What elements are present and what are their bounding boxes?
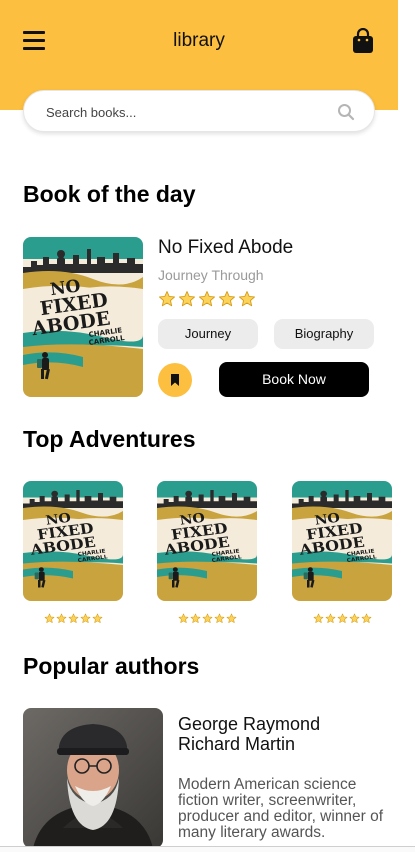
book-title: No Fixed Abode bbox=[158, 237, 294, 258]
search-input[interactable] bbox=[46, 101, 336, 123]
star-icon bbox=[56, 613, 67, 624]
star-icon bbox=[218, 290, 236, 308]
star-icon bbox=[238, 290, 256, 308]
book-rating bbox=[158, 290, 256, 308]
star-icon bbox=[202, 613, 213, 624]
star-icon bbox=[214, 613, 225, 624]
adventure-card[interactable] bbox=[157, 481, 257, 624]
section-title-top-adventures: Top Adventures bbox=[23, 426, 196, 452]
adventure-rating bbox=[23, 613, 123, 624]
star-icon bbox=[337, 613, 348, 624]
search-icon[interactable] bbox=[337, 103, 355, 121]
star-icon bbox=[313, 613, 324, 624]
section-title-book-of-the-day: Book of the day bbox=[23, 181, 196, 207]
tag-journey[interactable]: Journey bbox=[158, 319, 258, 349]
star-icon bbox=[226, 613, 237, 624]
author-photo[interactable] bbox=[23, 708, 163, 848]
star-icon bbox=[178, 290, 196, 308]
section-title-popular-authors: Popular authors bbox=[23, 653, 200, 679]
adventure-card[interactable] bbox=[23, 481, 123, 624]
star-icon bbox=[349, 613, 360, 624]
adventure-cover[interactable] bbox=[23, 481, 123, 601]
star-icon bbox=[80, 613, 91, 624]
star-icon bbox=[198, 290, 216, 308]
author-name: George Raymond Richard Martin bbox=[178, 714, 321, 754]
adventure-cover[interactable] bbox=[157, 481, 257, 601]
shopping-bag-icon[interactable] bbox=[351, 27, 375, 54]
star-icon bbox=[190, 613, 201, 624]
app-title: library bbox=[173, 30, 225, 51]
bottom-divider bbox=[0, 846, 415, 852]
star-icon bbox=[68, 613, 79, 624]
star-icon bbox=[178, 613, 189, 624]
bookmark-icon bbox=[171, 374, 179, 386]
adventure-rating bbox=[157, 613, 257, 624]
star-icon bbox=[361, 613, 372, 624]
book-now-button[interactable]: Book Now bbox=[219, 362, 369, 397]
star-icon bbox=[44, 613, 55, 624]
search-bar bbox=[23, 90, 375, 132]
star-icon bbox=[325, 613, 336, 624]
adventure-cover[interactable] bbox=[292, 481, 392, 601]
adventure-rating bbox=[292, 613, 392, 624]
adventure-card[interactable] bbox=[292, 481, 392, 624]
book-of-the-day-cover[interactable] bbox=[23, 237, 143, 397]
tag-biography[interactable]: Biography bbox=[274, 319, 374, 349]
book-subtitle: Journey Through bbox=[158, 267, 264, 283]
author-bio: Modern American science fiction writer, … bbox=[178, 776, 384, 841]
star-icon bbox=[158, 290, 176, 308]
bookmark-button[interactable] bbox=[158, 363, 192, 397]
star-icon bbox=[92, 613, 103, 624]
